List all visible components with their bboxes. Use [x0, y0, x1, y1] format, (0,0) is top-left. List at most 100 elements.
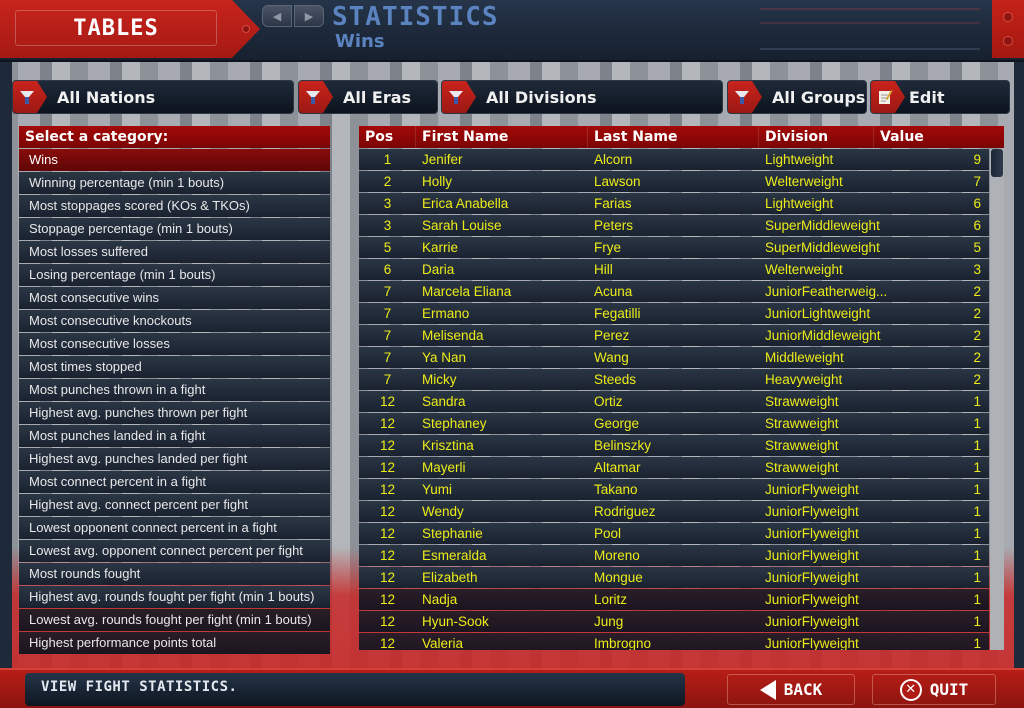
quit-button[interactable]: ✕ QUIT	[872, 674, 996, 705]
filter-nations-label: All Nations	[57, 87, 156, 107]
table-row[interactable]: 6 Daria Hill Welterweight 3	[359, 259, 989, 280]
category-item[interactable]: Most losses suffered	[19, 241, 330, 263]
category-item[interactable]: Most punches thrown in a fight	[19, 379, 330, 401]
filter-eras-button[interactable]: All Eras	[298, 80, 438, 114]
category-item[interactable]: Most connect percent in a fight	[19, 471, 330, 493]
table-row[interactable]: 2 Holly Lawson Welterweight 7	[359, 171, 989, 192]
category-item[interactable]: Highest performance points total	[19, 632, 330, 654]
boxing-ring-graphic	[760, 8, 980, 50]
table-row[interactable]: 3 Sarah Louise Peters SuperMiddleweight 6	[359, 215, 989, 236]
header-bar: TABLES ◀ ▶ STATISTICS Wins	[0, 0, 1024, 62]
cell-pos: 1	[383, 152, 392, 167]
category-item[interactable]: Lowest opponent connect percent in a fig…	[19, 517, 330, 539]
category-item[interactable]: Most consecutive losses	[19, 333, 330, 355]
category-item[interactable]: Most rounds fought	[19, 563, 330, 585]
column-header-pos[interactable]: Pos	[359, 126, 416, 148]
table-row[interactable]: 5 Karrie Frye SuperMiddleweight 5	[359, 237, 989, 258]
column-header-last-name[interactable]: Last Name	[588, 126, 759, 148]
cell-first-name: Sandra	[422, 394, 466, 409]
nav-forward-button[interactable]: ▶	[294, 5, 324, 27]
category-item[interactable]: Wins	[19, 149, 330, 171]
category-item[interactable]: Highest avg. punches thrown per fight	[19, 402, 330, 424]
table-row[interactable]: 12 Stephaney George Strawweight 1	[359, 413, 989, 434]
cell-first-name: Stephanie	[422, 526, 483, 541]
filter-divisions-button[interactable]: All Divisions	[441, 80, 723, 114]
arrow-left-icon: ◀	[272, 10, 282, 23]
back-arrow-icon	[759, 679, 776, 700]
filter-groups-button[interactable]: All Groups	[727, 80, 867, 114]
category-item[interactable]: Lowest avg. opponent connect percent per…	[19, 540, 330, 562]
category-item[interactable]: Most times stopped	[19, 356, 330, 378]
cell-first-name: Sarah Louise	[422, 218, 502, 233]
table-scrollbar[interactable]	[990, 149, 1004, 650]
table-row[interactable]: 12 Krisztina Belinszky Strawweight 1	[359, 435, 989, 456]
category-item[interactable]: Most punches landed in a fight	[19, 425, 330, 447]
cell-division: JuniorFlyweight	[765, 526, 859, 541]
cell-last-name: Jung	[594, 614, 624, 629]
cell-division: JuniorLightweight	[765, 306, 871, 321]
scrollbar-thumb[interactable]	[991, 149, 1003, 177]
cell-value: 1	[973, 504, 981, 519]
cell-division: JuniorFlyweight	[765, 570, 859, 585]
table-row[interactable]: 12 Hyun-Sook Jung JuniorFlyweight 1	[359, 611, 989, 632]
table-row[interactable]: 12 Yumi Takano JuniorFlyweight 1	[359, 479, 989, 500]
category-item[interactable]: Lowest avg. rounds fought per fight (min…	[19, 609, 330, 631]
table-row[interactable]: 7 Micky Steeds Heavyweight 2	[359, 369, 989, 390]
cell-pos: 2	[383, 174, 392, 189]
column-header-value[interactable]: Value	[874, 126, 1004, 148]
cell-division: JuniorFeatherweig...	[765, 284, 888, 299]
filter-funnel-icon	[13, 81, 47, 113]
column-header-division[interactable]: Division	[759, 126, 874, 148]
cell-value: 1	[973, 394, 981, 409]
filter-divisions-label: All Divisions	[486, 87, 597, 107]
tables-tab-label[interactable]: TABLES	[15, 10, 217, 46]
table-row[interactable]: 12 Nadja Loritz JuniorFlyweight 1	[359, 589, 989, 610]
cell-first-name: Mayerli	[422, 460, 466, 475]
table-row[interactable]: 1 Jenifer Alcorn Lightweight 9	[359, 149, 989, 170]
edit-button[interactable]: Edit	[870, 80, 1010, 114]
status-text: VIEW FIGHT STATISTICS.	[41, 679, 238, 695]
nav-back-button[interactable]: ◀	[262, 5, 292, 27]
back-button[interactable]: BACK	[727, 674, 855, 705]
table-row[interactable]: 7 Melisenda Perez JuniorMiddleweight 2	[359, 325, 989, 346]
cell-value: 1	[973, 526, 981, 541]
category-item[interactable]: Stoppage percentage (min 1 bouts)	[19, 218, 330, 240]
category-item[interactable]: Highest avg. connect percent per fight	[19, 494, 330, 516]
table-row[interactable]: 12 Esmeralda Moreno JuniorFlyweight 1	[359, 545, 989, 566]
table-row[interactable]: 7 Marcela Eliana Acuna JuniorFeatherweig...…	[359, 281, 989, 302]
filter-nations-button[interactable]: All Nations	[12, 80, 294, 114]
cell-division: JuniorFlyweight	[765, 548, 859, 563]
table-header: Pos First Name Last Name Division Value	[359, 126, 1004, 148]
category-item[interactable]: Most consecutive knockouts	[19, 310, 330, 332]
table-row[interactable]: 7 Ya Nan Wang Middleweight 2	[359, 347, 989, 368]
table-row[interactable]: 12 Valeria Imbrogno JuniorFlyweight 1	[359, 633, 989, 650]
category-item[interactable]: Winning percentage (min 1 bouts)	[19, 172, 330, 194]
category-item[interactable]: Most consecutive wins	[19, 287, 330, 309]
table-row[interactable]: 12 Sandra Ortiz Strawweight 1	[359, 391, 989, 412]
cell-first-name: Holly	[422, 174, 453, 189]
table-row[interactable]: 3 Erica Anabella Farias Lightweight 6	[359, 193, 989, 214]
cell-division: Strawweight	[765, 460, 839, 475]
history-nav: ◀ ▶	[262, 5, 324, 27]
table-row[interactable]: 12 Stephanie Pool JuniorFlyweight 1	[359, 523, 989, 544]
cell-pos: 6	[383, 262, 392, 277]
table-row[interactable]: 12 Wendy Rodriguez JuniorFlyweight 1	[359, 501, 989, 522]
cell-first-name: Esmeralda	[422, 548, 487, 563]
cell-last-name: Frye	[594, 240, 621, 255]
table-row[interactable]: 12 Elizabeth Mongue JuniorFlyweight 1	[359, 567, 989, 588]
cell-last-name: Farias	[594, 196, 632, 211]
category-item[interactable]: Highest avg. punches landed per fight	[19, 448, 330, 470]
cell-last-name: Lawson	[594, 174, 641, 189]
cell-pos: 7	[383, 350, 392, 365]
category-item[interactable]: Losing percentage (min 1 bouts)	[19, 264, 330, 286]
category-item[interactable]: Most stoppages scored (KOs & TKOs)	[19, 195, 330, 217]
column-header-first-name[interactable]: First Name	[416, 126, 588, 148]
filter-eras-label: All Eras	[343, 87, 412, 107]
cell-last-name: Acuna	[594, 284, 633, 299]
cell-value: 1	[973, 592, 981, 607]
category-item[interactable]: Highest avg. rounds fought per fight (mi…	[19, 586, 330, 608]
quit-label: QUIT	[929, 680, 969, 699]
table-row[interactable]: 7 Ermano Fegatilli JuniorLightweight 2	[359, 303, 989, 324]
frame-right	[1014, 62, 1024, 668]
table-row[interactable]: 12 Mayerli Altamar Strawweight 1	[359, 457, 989, 478]
